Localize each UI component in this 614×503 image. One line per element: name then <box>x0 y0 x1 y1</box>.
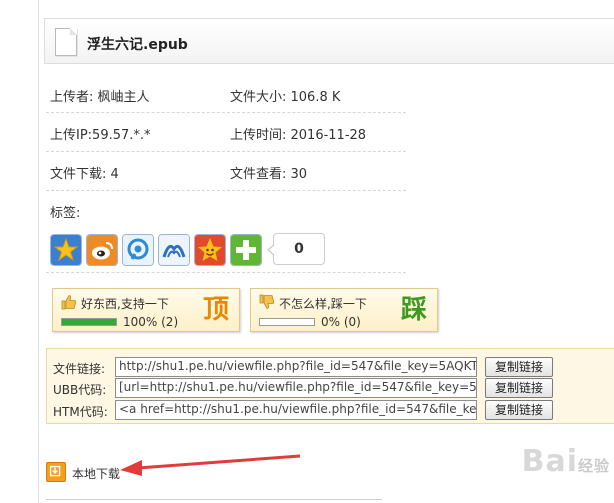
vote-down-big-label: 踩 <box>400 295 427 325</box>
ubb-code-label: UBB代码: <box>53 383 107 397</box>
link-code-panel: 文件链接: http://shu1.pe.hu/viewfile.php?fil… <box>46 348 614 424</box>
vote-up-percent: 100% (2) <box>123 315 179 329</box>
weibo-icon[interactable] <box>86 234 118 266</box>
copy-ubb-code-button[interactable]: 复制链接 <box>485 378 553 398</box>
vote-up-big-label: 顶 <box>202 295 229 325</box>
file-link-field[interactable]: http://shu1.pe.hu/viewfile.php?file_id=5… <box>115 357 477 377</box>
copy-file-link-button[interactable]: 复制链接 <box>485 357 553 377</box>
file-link-label: 文件链接: <box>53 362 106 376</box>
vote-up-button[interactable]: 好东西,支持一下 100% (2) 顶 <box>52 288 240 332</box>
bottom-divider <box>46 499 382 500</box>
thumbs-down-icon <box>259 294 275 309</box>
vote-down-progress-bar <box>259 318 315 326</box>
upload-time-info: 上传时间: 2016-11-28 <box>230 128 367 143</box>
divider <box>46 190 406 191</box>
watermark-text: Bai <box>521 444 578 479</box>
divider <box>46 272 406 273</box>
htm-code-label: HTM代码: <box>53 405 108 419</box>
vote-down-percent: 0% (0) <box>321 315 361 329</box>
uploader-info: 上传者: 枫岫主人 <box>50 90 150 105</box>
thumbs-up-icon <box>61 295 77 310</box>
download-count-info: 文件下载: 4 <box>50 167 119 182</box>
vote-up-progress-fill <box>62 319 116 325</box>
tags-label: 标签: <box>50 206 81 221</box>
renren-icon[interactable] <box>158 234 190 266</box>
page-left-border <box>38 0 39 503</box>
add-share-icon[interactable] <box>230 234 262 266</box>
divider <box>46 112 406 113</box>
tencent-weibo-icon[interactable] <box>122 234 154 266</box>
baidu-watermark: Bai经验 <box>522 444 610 479</box>
view-count-info: 文件查看: 30 <box>230 167 308 182</box>
share-count: 0 <box>267 233 325 265</box>
htm-code-field[interactable]: <a href=http://shu1.pe.hu/viewfile.php?f… <box>115 400 477 420</box>
vote-down-button[interactable]: 不怎么样,踩一下 0% (0) 踩 <box>250 288 438 332</box>
local-download-label: 本地下载 <box>72 467 121 481</box>
annotation-arrow <box>120 454 301 476</box>
vote-up-progress-bar <box>61 318 117 326</box>
file-size-info: 文件大小: 106.8 K <box>230 90 341 105</box>
vote-down-label: 不怎么样,踩一下 <box>279 297 367 311</box>
file-title: 浮生六记.epub <box>87 37 188 53</box>
watermark-suffix: 经验 <box>577 457 610 475</box>
copy-htm-code-button[interactable]: 复制链接 <box>485 400 553 420</box>
upload-ip-info: 上传IP:59.57.*.* <box>50 128 151 143</box>
ubb-code-field[interactable]: [url=http://shu1.pe.hu/viewfile.php?file… <box>115 378 477 398</box>
vote-up-label: 好东西,支持一下 <box>81 297 169 311</box>
kaixin-icon[interactable] <box>194 234 226 266</box>
qzone-star-icon[interactable] <box>50 234 82 266</box>
download-icon <box>46 462 66 482</box>
divider <box>46 151 406 152</box>
file-icon <box>55 28 77 56</box>
file-title-bar: 浮生六记.epub <box>44 18 614 64</box>
